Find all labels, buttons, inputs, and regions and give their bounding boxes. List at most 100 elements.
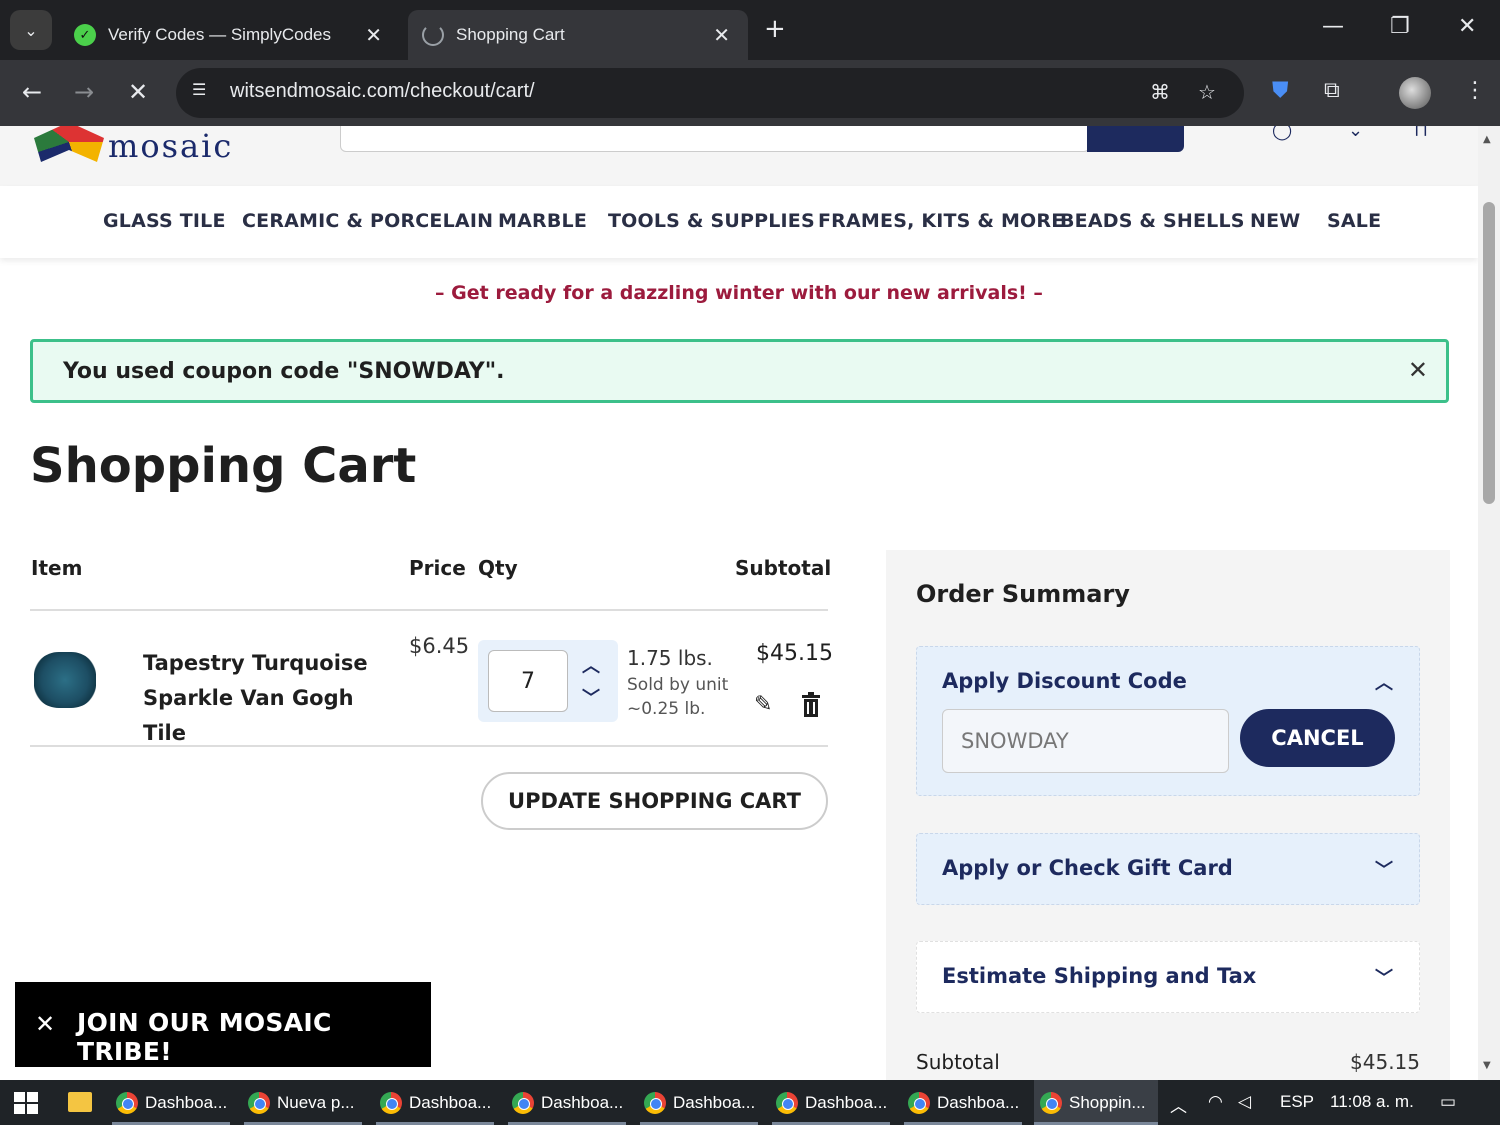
minimize-icon[interactable]: — [1322,14,1344,39]
back-icon[interactable]: ← [22,78,42,106]
gift-card-section[interactable]: Apply or Check Gift Card ﹀ [916,833,1420,905]
profile-avatar[interactable] [1399,77,1431,109]
taskbar-chrome-window[interactable]: Dashboa... [640,1080,758,1125]
taskbar-chrome-window[interactable]: Dashboa... [772,1080,890,1125]
chrome-icon [776,1091,798,1114]
newsletter-popup-text[interactable]: JOIN OUR MOSAIC TRIBE! [77,1008,431,1066]
windows-start-icon[interactable] [14,1092,38,1114]
column-header-item: Item [31,556,83,580]
quantity-input[interactable] [488,650,568,712]
taskbar-window-title: Nueva p... [277,1092,355,1112]
sold-by-unit-note: Sold by unit ~0.25 lb. [627,673,728,721]
nav-tools-supplies[interactable]: TOOLS & SUPPLIES [608,210,815,232]
account-icon[interactable]: ◯ [1272,126,1292,141]
new-tab-icon[interactable]: + [764,14,786,44]
gift-card-toggle[interactable]: Apply or Check Gift Card [942,856,1233,880]
discount-code-toggle[interactable]: Apply Discount Code [942,669,1187,693]
order-summary-panel: Order Summary Apply Discount Code ︿ CANC… [886,550,1450,1080]
main-navigation: GLASS TILE CERAMIC & PORCELAIN MARBLE TO… [0,186,1478,258]
chevron-down-icon[interactable]: ﹀ [1375,964,1393,990]
address-bar[interactable]: ☰ witsendmosaic.com/checkout/cart/ ⌘ ☆ [176,68,1244,118]
taskbar-chrome-window[interactable]: Dashboa... [376,1080,494,1125]
tab-search-chevron-icon[interactable]: ⌄ [10,10,52,50]
file-explorer-icon[interactable] [68,1092,92,1112]
summary-subtotal-label: Subtotal [916,1050,1000,1074]
translate-icon[interactable]: ⌘ [1150,80,1170,104]
taskbar-window-title: Dashboa... [409,1092,492,1112]
input-language[interactable]: ESP [1280,1092,1314,1112]
promo-banner[interactable]: – Get ready for a dazzling winter with o… [0,282,1478,304]
taskbar-chrome-window[interactable]: Dashboa... [112,1080,230,1125]
show-hidden-icons-chevron-icon[interactable]: ︿ [1170,1092,1187,1117]
wifi-icon[interactable]: ◠ [1208,1092,1223,1112]
tab-verify-codes[interactable]: ✓ Verify Codes — SimplyCodes ✕ [60,10,400,60]
cart-icon[interactable]: ⊓ [1414,126,1428,141]
estimate-shipping-toggle[interactable]: Estimate Shipping and Tax [942,964,1256,988]
increase-qty-chevron-up-icon[interactable]: ︿ [582,652,600,678]
taskbar-window-title: Dashboa... [805,1092,888,1112]
taskbar-chrome-window[interactable]: Dashboa... [508,1080,626,1125]
summary-subtotal-value: $45.15 [1350,1050,1420,1074]
extensions-puzzle-icon[interactable]: ⧉ [1324,78,1340,103]
nav-beads-shells[interactable]: BEADS & SHELLS [1060,210,1245,232]
site-header: mosaic ◯ ⌄ ⊓ [0,126,1478,186]
edit-pencil-icon[interactable]: ✎ [754,692,772,717]
site-settings-icon[interactable]: ☰ [192,80,216,104]
discount-code-input[interactable] [942,709,1229,773]
taskbar-chrome-window-active[interactable]: Shoppin... [1034,1080,1158,1125]
restore-icon[interactable]: ❐ [1390,14,1410,39]
estimate-shipping-section[interactable]: Estimate Shipping and Tax ﹀ [916,941,1420,1013]
chrome-icon [1040,1091,1062,1114]
column-header-qty: Qty [478,556,518,580]
chevron-down-icon[interactable]: ﹀ [1375,856,1393,882]
nav-ceramic-porcelain[interactable]: CERAMIC & PORCELAIN [242,210,493,232]
clock[interactable]: 11:08 a. m. [1330,1092,1414,1112]
scroll-down-arrow-icon[interactable]: ▼ [1483,1060,1491,1071]
close-popup-icon[interactable]: ✕ [35,1010,55,1038]
bookmark-star-icon[interactable]: ☆ [1198,80,1216,104]
product-name-link[interactable]: Tapestry Turquoise Sparkle Van Gogh Tile [143,646,403,751]
cancel-coupon-button[interactable]: CANCEL [1240,709,1395,767]
close-tab-icon[interactable]: ✕ [713,23,730,48]
tab-shopping-cart[interactable]: Shopping Cart ✕ [408,10,748,60]
nav-sale[interactable]: SALE [1327,210,1381,232]
nav-new[interactable]: NEW [1250,210,1300,232]
forward-icon[interactable]: → [74,78,94,106]
chevron-up-icon[interactable]: ︿ [1375,669,1393,695]
notifications-icon[interactable]: ▭ [1440,1092,1456,1112]
taskbar-window-title: Dashboa... [673,1092,756,1112]
newsletter-popup[interactable]: ✕ JOIN OUR MOSAIC TRIBE! [15,982,431,1067]
url-text[interactable]: witsendmosaic.com/checkout/cart/ [230,80,535,103]
close-window-icon[interactable]: ✕ [1458,14,1476,39]
page-scrollbar[interactable]: ▲ ▼ [1478,126,1500,1080]
search-button[interactable] [1087,126,1184,152]
extension-shield-icon[interactable]: ⛊ [1272,78,1289,103]
dismiss-message-close-icon[interactable]: ✕ [1408,356,1428,384]
delete-trash-icon[interactable] [801,692,821,718]
scrollbar-thumb[interactable] [1483,202,1495,504]
column-header-subtotal: Subtotal [735,556,832,580]
discount-code-section: Apply Discount Code ︿ CANCEL [916,646,1420,796]
close-tab-icon[interactable]: ✕ [365,23,382,48]
taskbar-chrome-window[interactable]: Dashboa... [904,1080,1022,1125]
stop-loading-icon[interactable]: ✕ [128,78,148,106]
nav-marble[interactable]: MARBLE [498,210,587,232]
site-search-input[interactable] [340,126,1090,152]
browser-menu-icon[interactable]: ⋮ [1464,78,1486,103]
product-thumbnail[interactable] [34,652,96,708]
site-logo[interactable]: mosaic [34,126,274,162]
update-shopping-cart-button[interactable]: UPDATE SHOPPING CART [481,772,828,830]
order-summary-title: Order Summary [916,580,1130,608]
taskbar-chrome-window[interactable]: Nueva p... [244,1080,362,1125]
loading-spinner-icon [422,24,444,46]
nav-frames-kits[interactable]: FRAMES, KITS & MORE [818,210,1064,232]
nav-glass-tile[interactable]: GLASS TILE [103,210,226,232]
taskbar-window-title: Dashboa... [937,1092,1020,1112]
scroll-up-arrow-icon[interactable]: ▲ [1483,134,1491,145]
quantity-stepper: ︿ ﹀ [478,640,618,722]
decrease-qty-chevron-down-icon[interactable]: ﹀ [582,684,600,710]
column-header-price: Price [409,556,466,580]
wishlist-icon[interactable]: ⌄ [1348,126,1363,141]
tab-title: Verify Codes — SimplyCodes [108,25,331,44]
volume-icon[interactable]: ◁ [1238,1092,1251,1112]
